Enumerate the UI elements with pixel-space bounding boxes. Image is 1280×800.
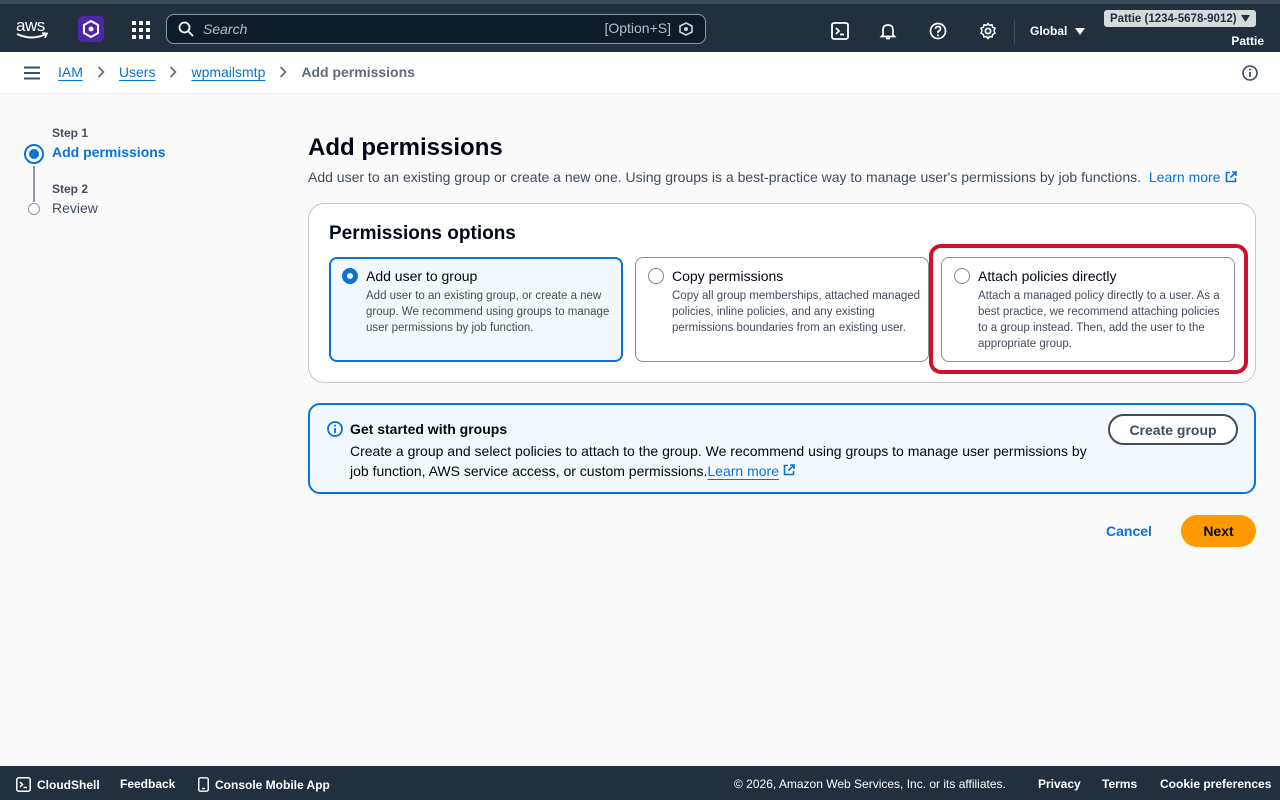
footer-privacy-link[interactable]: Privacy: [1038, 777, 1081, 791]
chevron-right-icon: [279, 66, 287, 78]
external-link-icon: [1226, 171, 1238, 183]
learn-more-link[interactable]: Learn more: [1149, 169, 1238, 185]
menu-hamburger-icon[interactable]: [24, 66, 40, 80]
account-label: Pattie (1234-5678-9012): [1110, 12, 1237, 25]
caret-down-icon: [1240, 15, 1250, 22]
option-copy-permissions[interactable]: Copy permissions Copy all group membersh…: [635, 257, 929, 362]
step-connector: [33, 166, 35, 202]
next-button[interactable]: Next: [1181, 515, 1256, 547]
search-input[interactable]: [203, 19, 583, 39]
caret-down-icon: [1075, 27, 1086, 35]
search-shortcut-hint: [Option+S]: [604, 20, 671, 36]
search-icon: [178, 21, 194, 37]
learn-more-label: Learn more: [1148, 169, 1221, 185]
footer-cookie-preferences-link[interactable]: Cookie preferences: [1160, 777, 1271, 791]
page-description: Add user to an existing group or create …: [308, 169, 1238, 185]
step-active-indicator: [24, 144, 44, 164]
breadcrumb-bar: IAM Users wpmailsmtp Add permissions: [0, 52, 1280, 94]
settings-gear-icon[interactable]: [979, 22, 997, 40]
chevron-right-icon: [169, 66, 178, 78]
footer-copyright: © 2026, Amazon Web Services, Inc. or its…: [734, 777, 1006, 791]
account-menu[interactable]: Pattie (1234-5678-9012): [1104, 10, 1256, 27]
aws-smile-icon: [16, 32, 48, 39]
region-label: Global: [1030, 24, 1068, 38]
topbar-divider: [1014, 20, 1015, 44]
create-group-button[interactable]: Create group: [1108, 414, 1238, 445]
mobile-phone-icon: [198, 777, 209, 792]
option-description: Attach a managed policy directly to a us…: [978, 290, 1220, 350]
help-icon[interactable]: [929, 22, 947, 40]
footer-cloudshell-label: CloudShell: [37, 777, 100, 792]
iam-service-icon[interactable]: [78, 16, 104, 42]
footer: CloudShell Feedback Console Mobile App ©…: [0, 766, 1280, 800]
footer-feedback-label: Feedback: [120, 777, 176, 791]
top-navigation: aws [Option+S] Global Pattie (1234-5678-…: [0, 0, 1280, 52]
footer-terms-link[interactable]: Terms: [1102, 777, 1137, 791]
breadcrumb-user[interactable]: wpmailsmtp: [191, 64, 265, 80]
page-description-text: Add user to an existing group or create …: [308, 169, 1141, 185]
radio-button-selected[interactable]: [342, 268, 358, 284]
radio-button[interactable]: [648, 268, 664, 284]
option-description: Add user to an existing group, or create…: [366, 290, 610, 334]
option-title: Attach policies directly: [978, 268, 1117, 284]
chevron-right-icon: [97, 66, 105, 78]
alert-title: Get started with groups: [350, 421, 508, 437]
alert-learn-more-link[interactable]: Learn more: [707, 463, 779, 479]
option-add-user-to-group[interactable]: Add user to group Add user to an existin…: [329, 257, 623, 362]
option-title: Add user to group: [366, 268, 478, 284]
external-link-icon: [783, 464, 795, 476]
info-icon: [327, 421, 343, 437]
breadcrumb: IAM Users wpmailsmtp Add permissions: [58, 64, 415, 80]
step-inactive-indicator: [28, 203, 40, 215]
alert-body: Create a group and select policies to at…: [350, 441, 1090, 481]
breadcrumb-iam[interactable]: IAM: [58, 64, 83, 80]
info-panel-icon[interactable]: [1242, 65, 1258, 81]
permissions-options-container: Permissions options Add user to group Ad…: [308, 203, 1256, 383]
cloudshell-icon[interactable]: [831, 22, 849, 40]
page-title: Add permissions: [308, 134, 503, 161]
alert-learn-more-label: Learn more: [707, 463, 779, 479]
cloudshell-icon: [16, 777, 31, 792]
option-attach-policies-directly[interactable]: Attach policies directly Attach a manage…: [941, 257, 1235, 362]
option-description: Copy all group memberships, attached man…: [672, 290, 921, 334]
aws-logo[interactable]: aws: [16, 16, 50, 42]
step-1-label: Step 1: [52, 126, 89, 140]
info-alert: Get started with groups Create a group a…: [308, 403, 1256, 494]
username: Pattie: [1231, 34, 1264, 48]
search-bar[interactable]: [Option+S]: [166, 14, 706, 44]
amazon-q-icon[interactable]: [679, 22, 693, 36]
breadcrumb-users[interactable]: Users: [119, 64, 156, 80]
radio-button[interactable]: [954, 268, 970, 284]
services-grid-icon[interactable]: [132, 21, 150, 39]
notifications-bell-icon[interactable]: [879, 22, 897, 40]
breadcrumb-current: Add permissions: [301, 64, 415, 80]
footer-mobile-app-label: Console Mobile App: [215, 777, 330, 792]
step-1-title[interactable]: Add permissions: [52, 144, 166, 160]
region-selector[interactable]: Global: [1030, 24, 1086, 38]
permissions-options-heading: Permissions options: [329, 223, 516, 244]
step-2-title: Review: [52, 200, 98, 216]
footer-cloudshell[interactable]: CloudShell: [16, 777, 100, 792]
footer-console-mobile-app[interactable]: Console Mobile App: [198, 777, 330, 792]
option-title: Copy permissions: [672, 268, 784, 284]
step-2-label: Step 2: [52, 182, 89, 196]
cancel-button[interactable]: Cancel: [1094, 515, 1164, 547]
footer-feedback[interactable]: Feedback: [120, 777, 175, 791]
